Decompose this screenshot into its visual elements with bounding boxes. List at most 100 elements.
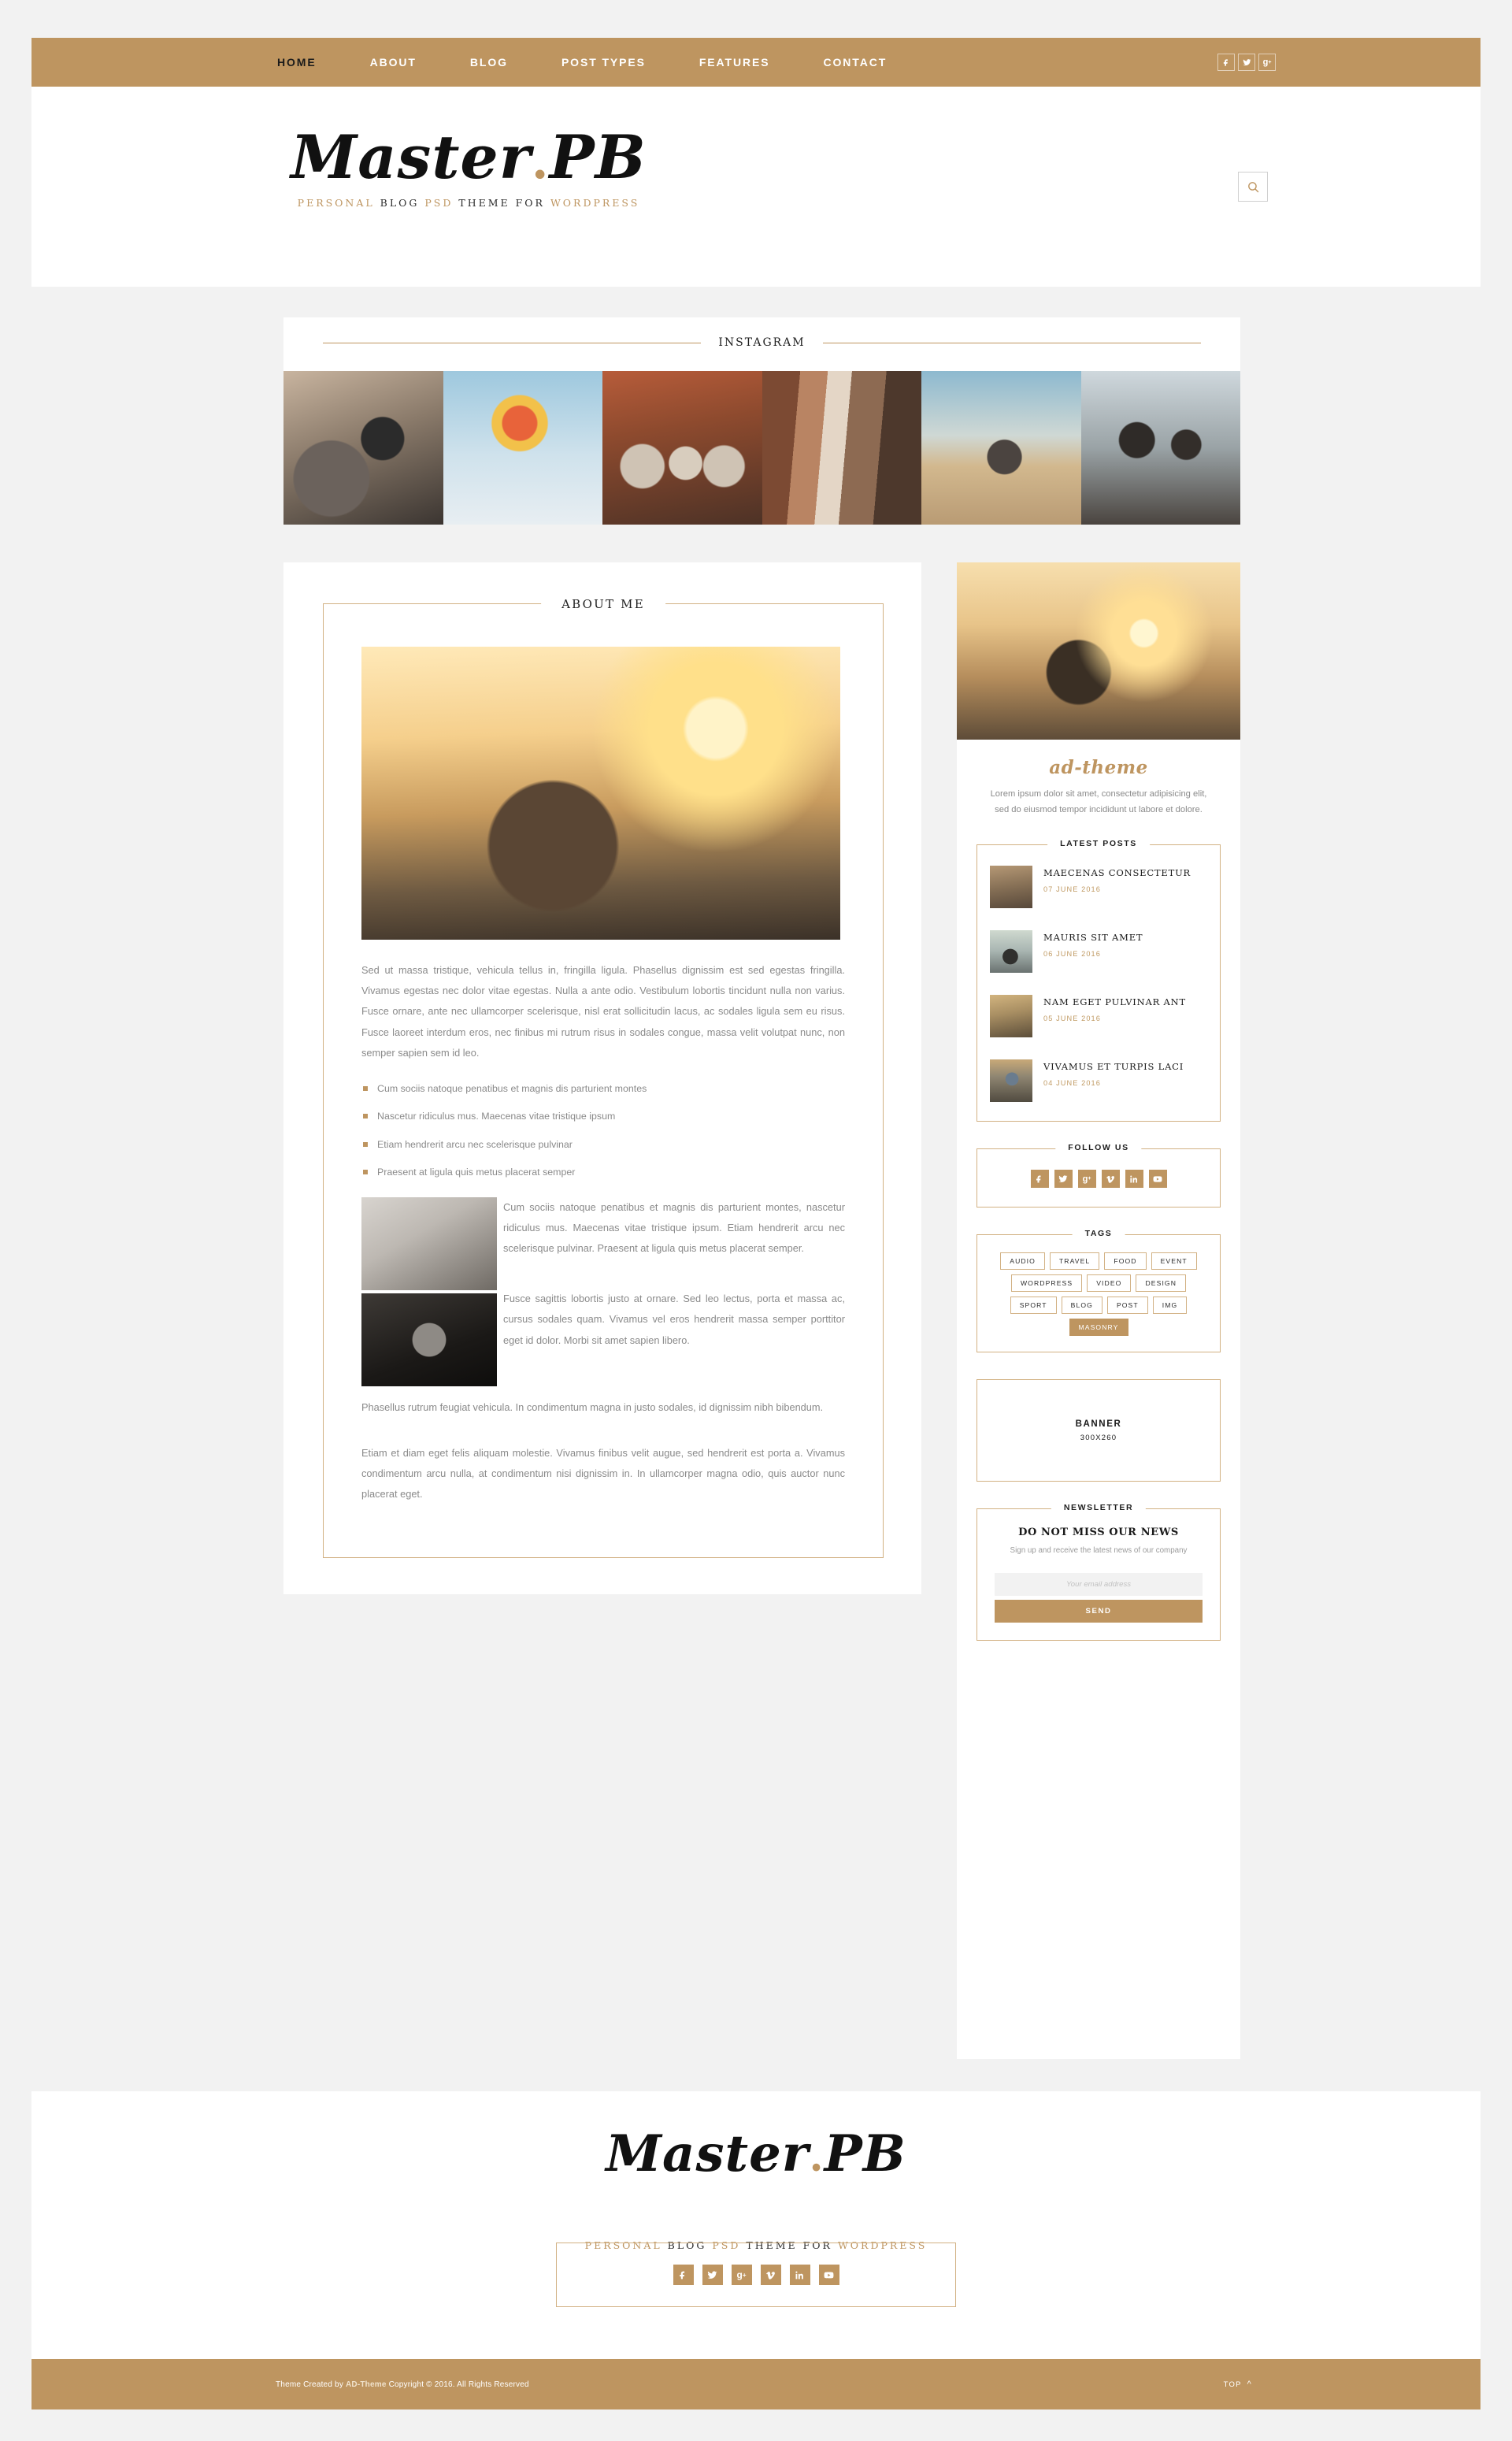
tag-video[interactable]: VIDEO	[1087, 1274, 1132, 1293]
about-me-body: Sed ut massa tristique, vehicula tellus …	[324, 604, 883, 1504]
instagram-photo[interactable]	[602, 371, 762, 525]
facebook-icon[interactable]	[1030, 1170, 1049, 1189]
tag-travel[interactable]: TRAVEL	[1049, 1252, 1100, 1271]
back-to-top-button[interactable]: TOP ^	[1224, 2380, 1252, 2389]
youtube-icon[interactable]	[1148, 1170, 1167, 1189]
tag-wordpress[interactable]: WORDPRESS	[1010, 1274, 1083, 1293]
newsletter-email-input[interactable]	[995, 1572, 1203, 1596]
about-paragraph: Sed ut massa tristique, vehicula tellus …	[361, 964, 845, 1059]
tag-event[interactable]: EVENT	[1151, 1252, 1197, 1271]
list-item: Cum sociis natoque penatibus et magnis d…	[361, 1082, 845, 1096]
tag-sport[interactable]: SPORT	[1010, 1297, 1057, 1315]
about-bullet-list: Cum sociis natoque penatibus et magnis d…	[361, 1082, 845, 1179]
top-navigation-bar: HOME ABOUT BLOG POST TYPES FEATURES CONT…	[32, 38, 1480, 87]
about-hero-image	[361, 647, 840, 940]
instagram-photo[interactable]	[1080, 371, 1240, 525]
tag-blog[interactable]: BLOG	[1061, 1297, 1102, 1315]
latest-posts-widget: LATEST POSTS MAECENAS CONSECTETUR 07 JUN…	[976, 839, 1221, 1122]
vimeo-icon[interactable]	[760, 2265, 781, 2285]
post-thumbnail	[990, 930, 1032, 974]
facebook-icon[interactable]	[1217, 54, 1235, 71]
post-date: 04 JUNE 2016	[1043, 1078, 1101, 1087]
logo-text: Master.PB	[291, 122, 647, 192]
newsletter-send-button[interactable]: SEND	[995, 1599, 1203, 1623]
list-item: Etiam hendrerit arcu nec scelerisque pul…	[361, 1138, 845, 1152]
instagram-photo[interactable]	[443, 371, 602, 525]
tags-list: AUDIO TRAVEL FOOD EVENT WORDPRESS VIDEO …	[977, 1235, 1220, 1352]
nav-item-contact[interactable]: CONTACT	[823, 56, 887, 69]
site-logo[interactable]: Master.PB PERSONAL BLOG PSD THEME FOR WO…	[284, 122, 654, 210]
tag-food[interactable]: FOOD	[1104, 1252, 1147, 1271]
logo-bar: Master.PB PERSONAL BLOG PSD THEME FOR WO…	[32, 87, 1480, 287]
follow-us-widget: FOLLOW US g +	[976, 1143, 1221, 1208]
search-button[interactable]	[1238, 172, 1268, 202]
post-title: MAURIS SIT AMET	[1043, 932, 1143, 944]
post-thumbnail	[990, 1059, 1032, 1103]
footer-logo-text: Master.PB	[606, 2124, 906, 2183]
instagram-photo-strip	[284, 371, 1240, 525]
follow-icon-row: g +	[977, 1149, 1220, 1207]
post-title: VIVAMUS ET TURPIS LACI	[1043, 1061, 1184, 1073]
tag-design[interactable]: DESIGN	[1136, 1274, 1187, 1293]
chevron-up-icon: ^	[1247, 2380, 1252, 2389]
back-to-top-label: TOP	[1223, 2380, 1242, 2389]
instagram-widget: INSTAGRAM	[284, 317, 1240, 525]
ad-theme-link[interactable]: AD-Theme	[346, 2380, 387, 2389]
linkedin-icon[interactable]	[1125, 1170, 1143, 1189]
twitter-icon[interactable]	[1054, 1170, 1073, 1189]
tag-masonry[interactable]: MASONRY	[1069, 1319, 1128, 1337]
post-thumbnail	[990, 995, 1032, 1038]
post-date: 05 JUNE 2016	[1043, 1014, 1101, 1022]
nav-item-features[interactable]: FEATURES	[699, 56, 770, 69]
follow-us-title: FOLLOW US	[1055, 1143, 1142, 1153]
post-date: 06 JUNE 2016	[1043, 949, 1101, 958]
about-thumbnail	[361, 1196, 497, 1290]
banner-widget: BANNER 300X260	[976, 1379, 1221, 1482]
google-plus-icon[interactable]: g +	[1258, 54, 1276, 71]
instagram-photo[interactable]	[762, 371, 921, 525]
linkedin-icon[interactable]	[789, 2265, 810, 2285]
about-paragraph-3: Phasellus rutrum feugiat vehicula. In co…	[361, 1400, 824, 1413]
footer: Master.PB PERSONAL BLOG PSD THEME FOR WO…	[32, 2091, 1480, 2359]
post-thumbnail	[990, 866, 1032, 909]
instagram-photo[interactable]	[284, 371, 443, 525]
main-nav: HOME ABOUT BLOG POST TYPES FEATURES CONT…	[277, 56, 940, 69]
nav-item-about[interactable]: ABOUT	[370, 56, 417, 69]
about-paragraph-4: Etiam et diam eget felis aliquam molesti…	[361, 1446, 845, 1501]
about-thumbnail	[361, 1293, 497, 1386]
nav-item-blog[interactable]: BLOG	[470, 56, 508, 69]
copyright-bar: Theme Created by AD-Theme Copyright © 20…	[32, 2359, 1480, 2409]
tag-post[interactable]: POST	[1106, 1297, 1148, 1315]
instagram-photo[interactable]	[921, 371, 1081, 525]
latest-post-item[interactable]: MAECENAS CONSECTETUR 07 JUNE 2016	[977, 855, 1220, 919]
google-plus-icon[interactable]: g +	[731, 2265, 752, 2285]
newsletter-heading: DO NOT MISS OUR NEWS	[1018, 1527, 1179, 1539]
footer-social-box: g +	[556, 2243, 956, 2307]
ad-theme-description: Lorem ipsum dolor sit amet, consectetur …	[990, 789, 1207, 814]
main-content: ABOUT ME Sed ut massa tristique, vehicul…	[284, 562, 921, 1594]
latest-post-item[interactable]: NAM EGET PULVINAR ANT 05 JUNE 2016	[977, 984, 1220, 1048]
nav-item-post-types[interactable]: POST TYPES	[561, 56, 646, 69]
ad-hero-image	[957, 562, 1240, 740]
banner-size: 300X260	[1080, 1433, 1117, 1442]
instagram-title-wrap: INSTAGRAM	[284, 317, 1240, 349]
twitter-icon[interactable]	[702, 2265, 723, 2285]
twitter-icon[interactable]	[1238, 54, 1255, 71]
youtube-icon[interactable]	[818, 2265, 839, 2285]
google-plus-icon[interactable]: g +	[1077, 1170, 1096, 1189]
tags-title: TAGS	[1072, 1229, 1125, 1239]
latest-post-item[interactable]: MAURIS SIT AMET 06 JUNE 2016	[977, 919, 1220, 984]
facebook-icon[interactable]	[673, 2265, 694, 2285]
post-title: MAECENAS CONSECTETUR	[1043, 867, 1191, 879]
nav-item-home[interactable]: HOME	[277, 56, 317, 69]
tag-audio[interactable]: AUDIO	[1000, 1252, 1045, 1271]
footer-logo[interactable]: Master.PB	[32, 2129, 1480, 2179]
latest-post-item[interactable]: VIVAMUS ET TURPIS LACI 04 JUNE 2016	[977, 1048, 1220, 1113]
list-item: Nascetur ridiculus mus. Maecenas vitae t…	[361, 1110, 845, 1123]
about-me-box: ABOUT ME Sed ut massa tristique, vehicul…	[323, 597, 884, 1558]
about-media-text: Cum sociis natoque penatibus et magnis d…	[503, 1197, 845, 1386]
banner-placeholder[interactable]: BANNER 300X260	[976, 1379, 1221, 1482]
newsletter-widget: NEWSLETTER DO NOT MISS OUR NEWS Sign up …	[976, 1503, 1221, 1641]
tag-img[interactable]: IMG	[1152, 1297, 1188, 1315]
vimeo-icon[interactable]	[1101, 1170, 1120, 1189]
